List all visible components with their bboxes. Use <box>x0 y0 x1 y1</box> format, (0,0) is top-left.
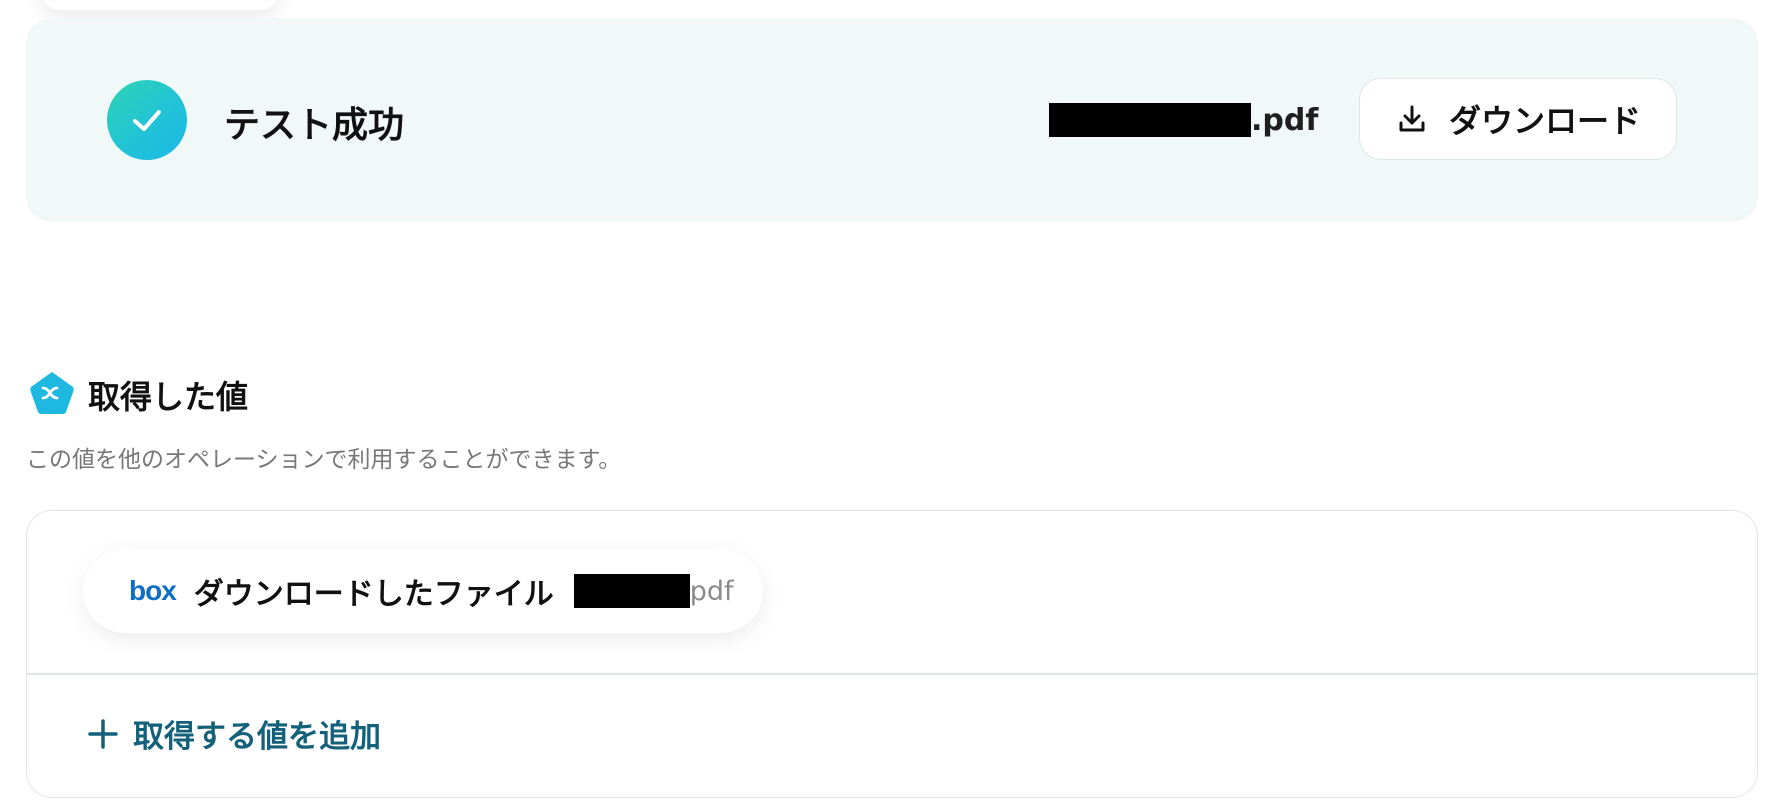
test-status-label: テスト成功 <box>224 105 405 146</box>
divider <box>27 673 1757 675</box>
add-value-button[interactable]: 取得する値を追加 <box>87 711 381 756</box>
plus-icon <box>88 718 118 749</box>
fetched-values-title: 取得した値 <box>88 378 249 416</box>
variable-pentagon-icon <box>30 372 74 414</box>
value-chip-value: pdf <box>573 574 734 608</box>
download-button[interactable]: ダウンロード <box>1359 78 1677 160</box>
test-result-panel: テスト成功 .pdf ダウンロード <box>26 18 1758 222</box>
download-icon <box>1399 105 1425 132</box>
value-chip-downloaded-file[interactable]: box ダウンロードしたファイル pdf <box>83 549 763 633</box>
previous-card-edge <box>40 0 280 10</box>
value-chip-label: ダウンロードしたファイル <box>193 577 554 612</box>
add-value-label: 取得する値を追加 <box>133 719 381 755</box>
value-suffix: pdf <box>689 575 734 607</box>
redacted-value-block <box>573 574 690 608</box>
fetched-values-card: box ダウンロードしたファイル pdf 取得する値を追加 <box>26 510 1758 798</box>
filename-suffix: .pdf <box>1251 102 1319 138</box>
result-filename: .pdf <box>1049 100 1318 140</box>
download-button-label: ダウンロード <box>1448 102 1641 140</box>
redacted-filename-block <box>1049 103 1251 137</box>
success-check-icon <box>107 80 187 160</box>
box-logo-icon: box <box>129 575 177 606</box>
fetched-values-description: この値を他のオペレーションで利用することができます。 <box>26 447 622 473</box>
